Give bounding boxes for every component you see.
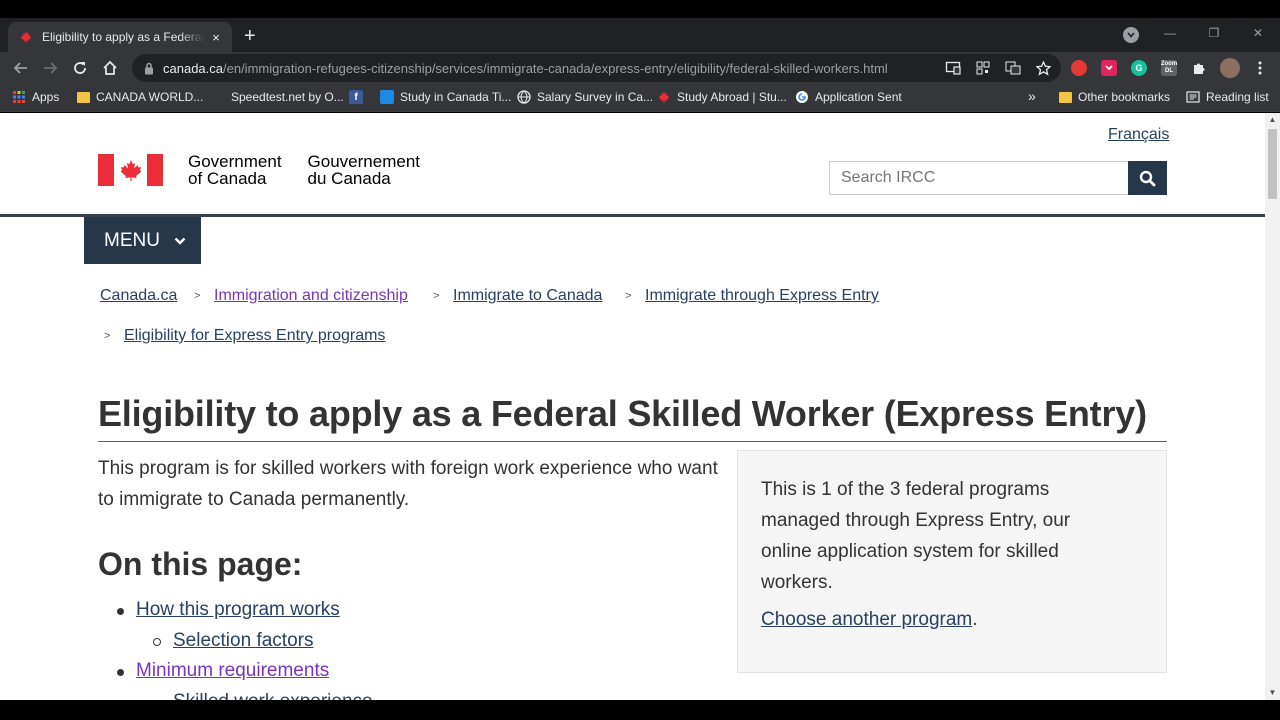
toc-item[interactable]: Minimum requirements xyxy=(136,660,329,682)
toc-link-selection-factors[interactable]: Selection factors xyxy=(173,630,313,651)
bookmark-facebook[interactable]: f xyxy=(349,90,369,104)
bookmark-study-abroad[interactable]: Study Abroad | Stu... xyxy=(657,90,787,104)
bookmark-study-in-canada[interactable]: Study in Canada Ti... xyxy=(380,90,511,104)
page-title: Eligibility to apply as a Federal Skille… xyxy=(98,393,1147,434)
folder-icon xyxy=(76,90,90,104)
folder-icon xyxy=(1058,90,1072,104)
scroll-up-arrow-icon[interactable]: ▲ xyxy=(1268,115,1277,125)
speedtest-icon xyxy=(211,90,225,104)
reload-icon[interactable] xyxy=(70,58,90,78)
panel-link-line: Choose another program. xyxy=(761,609,978,630)
screen-bottom-bar xyxy=(0,700,1280,720)
profile-avatar[interactable] xyxy=(1220,58,1240,78)
title-underline xyxy=(98,441,1167,442)
bookmark-canada-world[interactable]: CANADA WORLD... xyxy=(76,90,203,104)
extensions-puzzle-icon[interactable] xyxy=(1191,60,1207,76)
list-bullet xyxy=(117,608,124,615)
toc-item[interactable]: Selection factors xyxy=(173,630,313,652)
scrollbar-thumb[interactable] xyxy=(1268,129,1277,199)
gov-english-wordmark: Government of Canada xyxy=(188,152,282,188)
intro-paragraph: This program is for skilled workers with… xyxy=(98,458,718,510)
vertical-scrollbar[interactable]: ▲ ▼ xyxy=(1265,113,1280,700)
screen-top-bar xyxy=(0,0,1280,18)
bookmark-application-sent[interactable]: Application Sent xyxy=(795,90,902,104)
address-bar[interactable]: canada.ca/en/immigration-refugees-citize… xyxy=(132,54,1061,82)
forward-arrow-icon[interactable] xyxy=(40,58,60,78)
panel-text: This is 1 of the 3 federal programs mana… xyxy=(761,479,1071,593)
breadcrumb-immigrate-through-express-entry[interactable]: Immigrate through Express Entry xyxy=(645,287,879,305)
breadcrumb-separator: > xyxy=(104,330,111,342)
list-bullet xyxy=(117,669,124,676)
gov-french-wordmark: Gouvernement du Canada xyxy=(307,152,420,188)
apps-grid-icon xyxy=(12,90,26,104)
bookmark-apps[interactable]: Apps xyxy=(12,90,59,104)
breadcrumb-immigration-and-citizenship[interactable]: Immigration and citizenship xyxy=(214,287,408,305)
list-sub-bullet xyxy=(153,638,161,646)
reading-list-icon xyxy=(1186,90,1200,104)
bookmark-favicon-icon xyxy=(380,90,394,104)
language-toggle-link[interactable]: Français xyxy=(1108,126,1169,144)
browser-tab[interactable]: Eligibility to apply as a Federal Skille… xyxy=(8,22,232,52)
bookmark-star-icon[interactable] xyxy=(1035,60,1051,76)
cast-icon[interactable] xyxy=(945,60,961,76)
bookmarks-overflow-button[interactable]: » xyxy=(1028,88,1036,104)
tab-strip: Eligibility to apply as a Federal Skille… xyxy=(0,18,1280,52)
toc-link-minimum-requirements[interactable]: Minimum requirements xyxy=(136,660,329,681)
breadcrumb-canada-ca[interactable]: Canada.ca xyxy=(100,287,177,305)
facebook-icon: f xyxy=(349,90,363,104)
maple-leaf-icon xyxy=(657,90,671,104)
government-of-canada-signature[interactable]: Government of Canada Gouvernement du Can… xyxy=(98,153,420,187)
translate-icon[interactable] xyxy=(1005,60,1021,76)
google-icon xyxy=(795,90,809,104)
menu-button[interactable]: MENU xyxy=(84,217,201,264)
grammarly-extension-icon[interactable]: G xyxy=(1131,60,1147,76)
breadcrumb-eligibility-express-entry[interactable]: Eligibility for Express Entry programs xyxy=(124,327,385,345)
globe-icon xyxy=(517,90,531,104)
restore-button[interactable]: ❐ xyxy=(1192,22,1236,44)
search-button[interactable] xyxy=(1128,161,1167,195)
tab-search-icon[interactable] xyxy=(1123,27,1139,43)
toc-item[interactable]: Skilled work experience xyxy=(173,691,373,700)
url-text: canada.ca/en/immigration-refugees-citize… xyxy=(163,60,888,76)
toc-link-how-this-program-works[interactable]: How this program works xyxy=(136,599,340,620)
info-panel: This is 1 of the 3 federal programs mana… xyxy=(737,450,1167,673)
tab-close-icon[interactable]: × xyxy=(208,30,224,45)
bookmarks-bar: Apps CANADA WORLD... Speedtest.net by O.… xyxy=(0,84,1280,112)
breadcrumb-separator: > xyxy=(433,290,440,302)
close-window-button[interactable]: ✕ xyxy=(1236,22,1280,44)
tab-title: Eligibility to apply as a Federal Skille… xyxy=(42,30,204,44)
back-arrow-icon[interactable] xyxy=(11,58,31,78)
qr-code-icon[interactable] xyxy=(975,60,991,76)
zoom-dl-extension-icon[interactable]: Zoom DL xyxy=(1161,60,1177,76)
search-icon xyxy=(1139,170,1156,186)
reading-list-button[interactable]: Reading list xyxy=(1186,90,1269,104)
bookmark-other-bookmarks[interactable]: Other bookmarks xyxy=(1058,90,1170,104)
maple-leaf-icon xyxy=(18,29,34,45)
page-viewport: Français Government of Canada Gouverneme… xyxy=(0,113,1265,700)
scroll-down-arrow-icon[interactable]: ▼ xyxy=(1268,688,1277,698)
breadcrumb-separator: > xyxy=(194,290,201,302)
new-tab-button[interactable]: + xyxy=(244,26,256,46)
pocket-extension-icon[interactable] xyxy=(1101,60,1117,76)
lock-icon[interactable] xyxy=(142,61,156,75)
bookmark-speedtest[interactable]: Speedtest.net by O... xyxy=(211,90,344,104)
menu-label: MENU xyxy=(104,229,160,251)
kebab-menu-icon[interactable] xyxy=(1252,60,1268,76)
browser-toolbar: canada.ca/en/immigration-refugees-citize… xyxy=(0,52,1280,84)
canada-flag-icon xyxy=(98,154,163,186)
toc-item[interactable]: How this program works xyxy=(136,599,340,621)
minimize-button[interactable]: — xyxy=(1148,22,1192,44)
choose-another-program-link[interactable]: Choose another program xyxy=(761,609,972,630)
breadcrumb-immigrate-to-canada[interactable]: Immigrate to Canada xyxy=(453,287,602,305)
search-input[interactable] xyxy=(829,161,1129,195)
breadcrumb-separator: > xyxy=(625,290,632,302)
home-icon[interactable] xyxy=(100,58,120,78)
chevron-down-icon xyxy=(174,235,186,247)
bookmark-salary-survey[interactable]: Salary Survey in Ca... xyxy=(517,90,653,104)
toc-link-skilled-work-experience[interactable]: Skilled work experience xyxy=(173,691,373,700)
adblock-extension-icon[interactable] xyxy=(1071,60,1087,76)
on-this-page-heading: On this page: xyxy=(98,546,303,582)
